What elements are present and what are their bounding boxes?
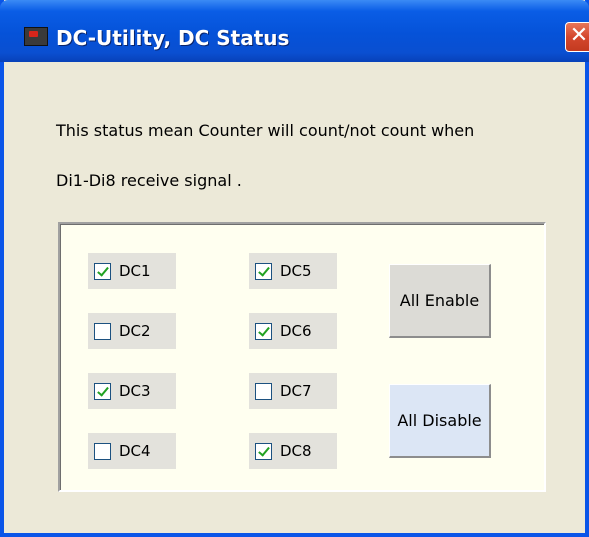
checkbox-dc2[interactable]: DC2 bbox=[88, 313, 176, 349]
checkbox-dc7[interactable]: DC7 bbox=[249, 373, 337, 409]
checkbox-dc4[interactable]: DC4 bbox=[88, 433, 176, 469]
window-title: DC-Utility, DC Status bbox=[56, 26, 290, 50]
checkbox-box[interactable] bbox=[255, 442, 272, 460]
checkbox-label-dc5: DC5 bbox=[280, 262, 312, 280]
checkbox-label-dc7: DC7 bbox=[280, 382, 312, 400]
checkbox-dc8[interactable]: DC8 bbox=[249, 433, 337, 469]
close-button[interactable]: ✕ bbox=[565, 22, 589, 52]
title-bar[interactable]: DC-Utility, DC Status ✕ bbox=[0, 0, 589, 62]
checkbox-label-dc1: DC1 bbox=[119, 262, 151, 280]
checkbox-label-dc4: DC4 bbox=[119, 442, 151, 460]
checkbox-label-dc8: DC8 bbox=[280, 442, 312, 460]
checkbox-box[interactable] bbox=[255, 262, 272, 280]
description-line-2: Di1-Di8 receive signal . bbox=[56, 171, 242, 190]
description-line-1: This status mean Counter will count/not … bbox=[56, 121, 475, 140]
checkbox-box[interactable] bbox=[94, 322, 111, 340]
checkbox-box[interactable] bbox=[94, 382, 111, 400]
checkbox-box[interactable] bbox=[94, 262, 111, 280]
all-enable-button[interactable]: All Enable bbox=[389, 264, 491, 338]
dc-utility-app-icon bbox=[24, 27, 48, 46]
all-disable-button[interactable]: All Disable bbox=[389, 384, 491, 458]
checkbox-label-dc3: DC3 bbox=[119, 382, 151, 400]
checkbox-dc5[interactable]: DC5 bbox=[249, 253, 337, 289]
checkbox-label-dc2: DC2 bbox=[119, 322, 151, 340]
checkbox-dc1[interactable]: DC1 bbox=[88, 253, 176, 289]
checkbox-box[interactable] bbox=[94, 442, 111, 460]
checkbox-box[interactable] bbox=[255, 322, 272, 340]
checkbox-dc3[interactable]: DC3 bbox=[88, 373, 176, 409]
checkbox-box[interactable] bbox=[255, 382, 272, 400]
checkbox-dc6[interactable]: DC6 bbox=[249, 313, 337, 349]
checkbox-label-dc6: DC6 bbox=[280, 322, 312, 340]
